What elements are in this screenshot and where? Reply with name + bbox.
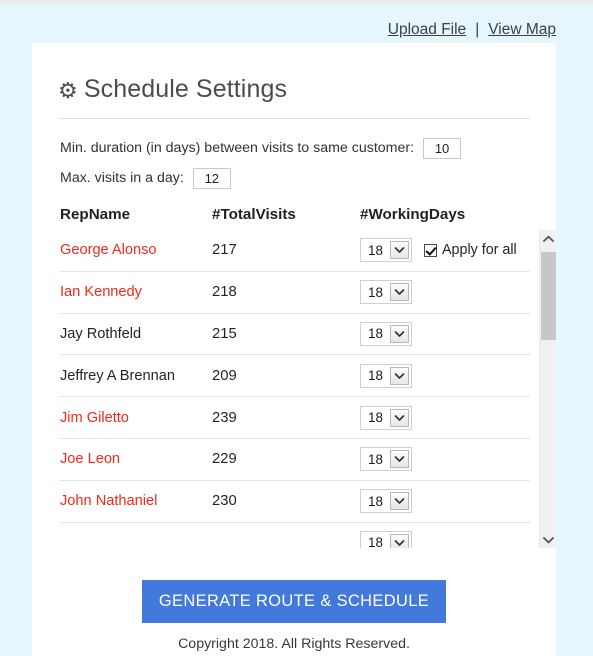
rep-table-scroll-region: George Alonso 217 18 Apply for all Ian Kenne… xyxy=(60,230,556,548)
gear-icon: ⚙ xyxy=(58,78,78,103)
working-days-select[interactable]: 18 xyxy=(360,489,412,514)
rep-total-visits: 209 xyxy=(212,367,237,384)
rep-total-visits: 217 xyxy=(212,242,237,259)
rep-name: Jeffrey A Brennan xyxy=(60,367,175,384)
chevron-down-icon[interactable] xyxy=(390,533,409,548)
working-days-select[interactable]: 18 xyxy=(360,363,412,388)
working-days-cell: 18 xyxy=(360,321,530,346)
working-days-select[interactable]: 18 xyxy=(360,530,412,548)
working-days-value: 18 xyxy=(368,493,383,509)
scrollbar-down-button[interactable] xyxy=(540,531,556,548)
rep-table-body: George Alonso 217 18 Apply for all Ian Kenne… xyxy=(60,230,530,548)
table-row: George Alonso 217 18 Apply for all xyxy=(60,230,530,272)
page-title-text: Schedule Settings xyxy=(83,75,288,103)
working-days-select[interactable]: 18 xyxy=(360,405,412,430)
upload-file-link[interactable]: Upload File xyxy=(388,21,466,38)
rep-name: George Alonso xyxy=(60,242,157,259)
max-visits-label: Max. visits in a day: xyxy=(60,170,184,186)
chevron-down-icon[interactable] xyxy=(390,366,409,385)
generate-route-schedule-button[interactable]: GENERATE ROUTE & SCHEDULE xyxy=(142,580,446,623)
table-header: RepName #TotalVisits #WorkingDays xyxy=(32,196,556,223)
apply-for-all-control[interactable]: Apply for all xyxy=(424,242,517,258)
scrollbar-thumb[interactable] xyxy=(541,252,556,340)
rep-name: John Nathaniel xyxy=(60,493,158,510)
max-visits-input[interactable] xyxy=(192,167,231,189)
table-row: 18 xyxy=(60,523,530,548)
apply-for-all-checkbox[interactable] xyxy=(424,243,437,257)
settings-section: Min. duration (in days) between visits t… xyxy=(32,119,556,190)
top-bar: Upload File | View Map xyxy=(0,4,593,43)
min-duration-row: Min. duration (in days) between visits t… xyxy=(60,136,556,160)
working-days-cell: 18 xyxy=(360,280,530,305)
page-title: ⚙ Schedule Settings xyxy=(32,43,556,104)
vertical-scrollbar[interactable] xyxy=(539,230,556,548)
working-days-cell: 18 xyxy=(360,530,530,548)
working-days-cell: 18 xyxy=(360,489,530,514)
rep-total-visits: 239 xyxy=(212,409,237,426)
chevron-down-icon[interactable] xyxy=(390,241,409,260)
working-days-value: 18 xyxy=(368,535,383,548)
working-days-value: 18 xyxy=(368,284,383,300)
rep-name: Jay Rothfeld xyxy=(60,325,142,342)
table-header-workingdays: #WorkingDays xyxy=(360,206,466,223)
min-duration-label: Min. duration (in days) between visits t… xyxy=(60,140,415,156)
working-days-value: 18 xyxy=(368,451,383,467)
table-row: Jim Giletto 239 18 xyxy=(60,397,530,439)
table-header-totalvisits: #TotalVisits xyxy=(212,206,296,223)
working-days-cell: 18 xyxy=(360,405,530,430)
chevron-down-icon[interactable] xyxy=(390,450,409,469)
chevron-down-icon[interactable] xyxy=(390,492,409,511)
working-days-value: 18 xyxy=(368,242,383,258)
table-row: Jay Rothfeld 215 18 xyxy=(60,314,530,356)
table-header-repname: RepName xyxy=(60,206,131,223)
rep-name: Jim Giletto xyxy=(60,409,129,426)
chevron-down-icon[interactable] xyxy=(390,283,409,302)
working-days-cell: 18 xyxy=(360,363,530,388)
table-row: John Nathaniel 230 18 xyxy=(60,481,530,523)
rep-name: Ian Kennedy xyxy=(60,284,142,301)
working-days-select[interactable]: 18 xyxy=(360,447,412,472)
max-visits-row: Max. visits in a day: xyxy=(60,166,556,190)
working-days-value: 18 xyxy=(368,410,383,426)
rep-total-visits: 215 xyxy=(212,325,237,342)
scrollbar-up-button[interactable] xyxy=(540,230,556,247)
working-days-value: 18 xyxy=(368,326,383,342)
rep-total-visits: 230 xyxy=(212,493,237,510)
table-row: Joe Leon 229 18 xyxy=(60,439,530,481)
schedule-settings-card: ⚙ Schedule Settings Min. duration (in day… xyxy=(32,43,556,656)
working-days-value: 18 xyxy=(368,368,383,384)
working-days-cell: 18 xyxy=(360,447,530,472)
link-separator: | xyxy=(475,21,480,38)
top-links: Upload File | View Map xyxy=(388,21,556,39)
min-duration-input[interactable] xyxy=(423,137,462,159)
working-days-select[interactable]: 18 xyxy=(360,280,412,305)
view-map-link[interactable]: View Map xyxy=(488,21,556,38)
working-days-select[interactable]: 18 xyxy=(360,321,412,346)
rep-name: Joe Leon xyxy=(60,451,121,468)
rep-total-visits: 218 xyxy=(212,284,237,301)
chevron-down-icon[interactable] xyxy=(390,408,409,427)
chevron-down-icon[interactable] xyxy=(390,324,409,343)
apply-for-all-label: Apply for all xyxy=(442,242,517,259)
copyright-text: Copyright 2018. All Rights Reserved. xyxy=(178,636,410,652)
table-row: Jeffrey A Brennan 209 18 xyxy=(60,355,530,398)
working-days-select[interactable]: 18 xyxy=(360,238,412,263)
table-row: Ian Kennedy 218 18 xyxy=(60,272,530,314)
rep-total-visits: 229 xyxy=(212,451,237,468)
working-days-cell: 18 Apply for all xyxy=(360,238,530,263)
